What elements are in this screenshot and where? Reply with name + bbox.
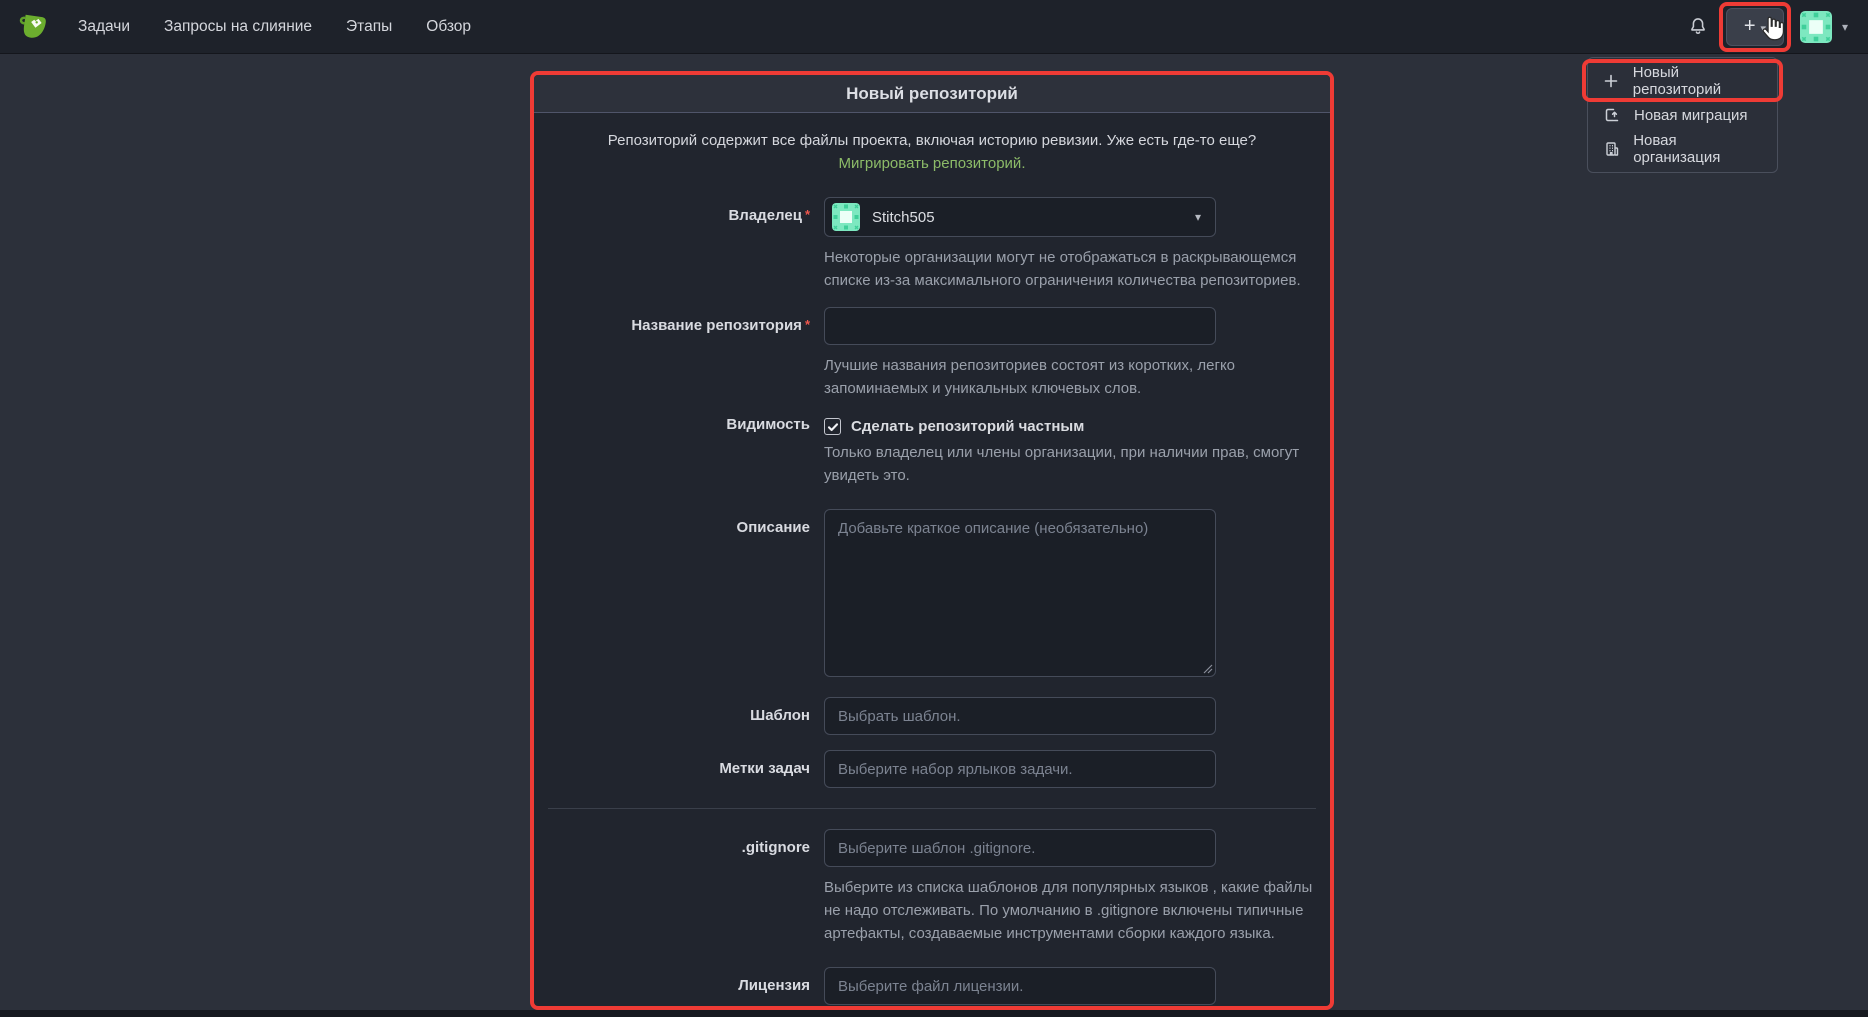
owner-row: Владелец* Stitc bbox=[548, 197, 1316, 292]
create-new-wrap: + ▾ bbox=[1726, 8, 1784, 46]
nav-link-pull-requests[interactable]: Запросы на слияние bbox=[164, 18, 312, 36]
template-label: Шаблон bbox=[548, 697, 810, 735]
migration-icon bbox=[1603, 107, 1621, 123]
plus-icon: + bbox=[1744, 15, 1756, 38]
intro-text: Репозиторий содержит все файлы проекта, … bbox=[577, 129, 1287, 175]
owner-help-text: Некоторые организации могут не отображат… bbox=[824, 246, 1316, 292]
chevron-down-icon: ▾ bbox=[1761, 22, 1767, 35]
avatar-chevron-down-icon[interactable]: ▾ bbox=[1842, 20, 1848, 34]
owner-select[interactable]: Stitch505 ▾ bbox=[824, 197, 1216, 237]
menu-item-label: Новая организация bbox=[1633, 132, 1762, 166]
description-row: Описание bbox=[548, 509, 1316, 677]
visibility-row: Видимость Сделать репозиторий частным То… bbox=[548, 415, 1316, 487]
notifications-bell-icon[interactable] bbox=[1686, 15, 1710, 39]
chevron-down-icon: ▾ bbox=[1195, 210, 1201, 224]
issue-labels-label: Метки задач bbox=[548, 750, 810, 788]
checkbox-checked-icon[interactable] bbox=[824, 418, 841, 435]
owner-value: Stitch505 bbox=[872, 209, 935, 226]
repo-name-label: Название репозитория* bbox=[548, 307, 810, 400]
nav-link-milestones[interactable]: Этапы bbox=[346, 18, 392, 36]
panel-body: Репозиторий содержит все файлы проекта, … bbox=[534, 113, 1330, 1010]
nav-links: Задачи Запросы на слияние Этапы Обзор bbox=[78, 18, 471, 36]
gitignore-help-text: Выберите из списка шаблонов для популярн… bbox=[824, 876, 1316, 945]
navbar-right: + ▾ ▾ bbox=[1686, 8, 1848, 46]
license-row: Лицензия Лицензия определяет, что другие… bbox=[548, 967, 1316, 1010]
license-label: Лицензия bbox=[548, 967, 810, 1010]
nav-link-explore[interactable]: Обзор bbox=[426, 18, 471, 36]
user-avatar[interactable] bbox=[1800, 11, 1832, 43]
menu-item-new-organization[interactable]: Новая организация bbox=[1588, 132, 1777, 166]
menu-item-label: Новый репозиторий bbox=[1633, 64, 1762, 98]
private-checkbox-label: Сделать репозиторий частным bbox=[851, 418, 1084, 435]
migrate-repository-link[interactable]: Мигрировать репозиторий. bbox=[839, 155, 1026, 172]
issue-labels-row: Метки задач bbox=[548, 750, 1316, 788]
repo-name-row: Название репозитория* Лучшие названия ре… bbox=[548, 307, 1316, 400]
organization-icon bbox=[1603, 141, 1620, 157]
plus-icon bbox=[1603, 73, 1620, 89]
section-divider bbox=[548, 808, 1316, 809]
panel-header: Новый репозиторий bbox=[534, 75, 1330, 113]
navbar: Задачи Запросы на слияние Этапы Обзор + … bbox=[0, 0, 1868, 54]
required-mark: * bbox=[805, 317, 810, 332]
menu-item-new-repository[interactable]: Новый репозиторий bbox=[1588, 64, 1777, 98]
bottom-strip bbox=[0, 1010, 1868, 1017]
nav-link-issues[interactable]: Задачи bbox=[78, 18, 130, 36]
gitignore-input[interactable] bbox=[824, 829, 1216, 867]
description-textarea[interactable] bbox=[824, 509, 1216, 677]
owner-avatar bbox=[832, 203, 860, 231]
intro-sentence: Репозиторий содержит все файлы проекта, … bbox=[608, 132, 1256, 149]
template-row: Шаблон bbox=[548, 697, 1316, 735]
visibility-help-text: Только владелец или члены организации, п… bbox=[824, 441, 1316, 487]
private-checkbox-row[interactable]: Сделать репозиторий частным bbox=[824, 415, 1316, 435]
menu-item-label: Новая миграция bbox=[1634, 107, 1748, 124]
issue-labels-input[interactable] bbox=[824, 750, 1216, 788]
description-label: Описание bbox=[548, 509, 810, 677]
gitignore-row: .gitignore Выберите из списка шаблонов д… bbox=[548, 829, 1316, 945]
repo-name-help-text: Лучшие названия репозиториев состоят из … bbox=[824, 354, 1316, 400]
gitignore-label: .gitignore bbox=[548, 829, 810, 945]
owner-label: Владелец* bbox=[548, 197, 810, 292]
gitea-logo-icon[interactable] bbox=[16, 9, 52, 45]
template-input[interactable] bbox=[824, 697, 1216, 735]
visibility-label: Видимость bbox=[548, 415, 810, 487]
license-input[interactable] bbox=[824, 967, 1216, 1005]
create-new-dropdown-menu: Новый репозиторий Новая миграция Новая о… bbox=[1587, 57, 1778, 173]
repo-name-input[interactable] bbox=[824, 307, 1216, 345]
new-repository-panel: Новый репозиторий Репозиторий содержит в… bbox=[530, 71, 1334, 1010]
required-mark: * bbox=[805, 207, 810, 222]
create-new-button[interactable]: + ▾ bbox=[1726, 8, 1784, 46]
menu-item-new-migration[interactable]: Новая миграция bbox=[1588, 98, 1777, 132]
page-title: Новый репозиторий bbox=[846, 84, 1018, 104]
